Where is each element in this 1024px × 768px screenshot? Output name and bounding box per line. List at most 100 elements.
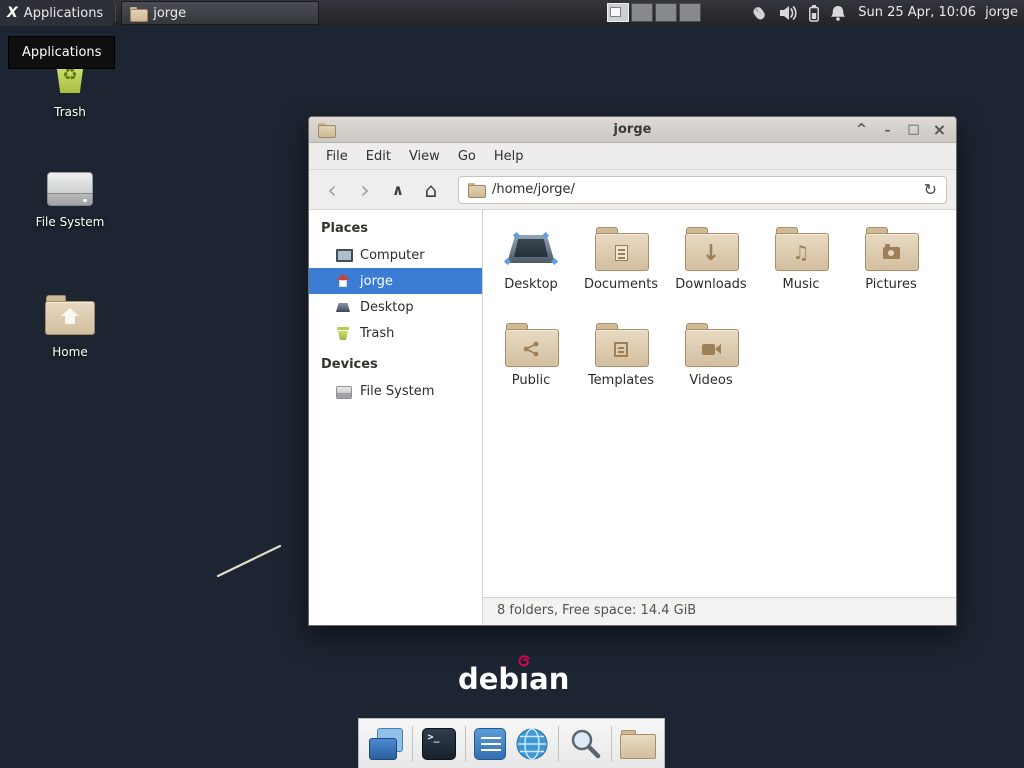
drive-front — [47, 193, 93, 206]
window-controls — [854, 122, 947, 138]
menu-file[interactable]: File — [317, 145, 357, 168]
workspace-2[interactable] — [631, 3, 653, 22]
panel-username: jorge — [985, 0, 1018, 26]
home-folder-icon — [45, 294, 95, 336]
videos-folder-icon — [685, 323, 737, 366]
sidebar-item-jorge[interactable]: jorge — [309, 268, 482, 294]
file-templates[interactable]: Templates — [576, 323, 666, 419]
applications-tooltip: Applications — [8, 36, 115, 69]
menu-help[interactable]: Help — [485, 145, 533, 168]
sidebar-item-trash[interactable]: Trash — [309, 320, 482, 346]
music-folder-icon — [775, 227, 827, 270]
music-note-icon — [775, 236, 827, 270]
file-documents[interactable]: Documents — [576, 227, 666, 323]
dock-separator — [412, 726, 413, 762]
sidebar-item-computer[interactable]: Computer — [309, 242, 482, 268]
battery-icon[interactable] — [809, 5, 819, 22]
desktop-icon-label: Trash — [54, 105, 86, 119]
file-manager-icon — [620, 730, 654, 758]
desktop-icon-home[interactable]: Home — [26, 294, 114, 359]
file-manager-window: jorge File Edit View Go Help /home/jorge… — [308, 116, 957, 626]
file-label: Templates — [588, 373, 654, 388]
top-panel: Applications jorge — [0, 0, 1024, 26]
text-editor-launcher[interactable] — [474, 725, 506, 763]
file-view: Desktop Documents Downloads — [483, 210, 956, 625]
app-finder-launcher[interactable] — [568, 725, 602, 763]
maximize-icon[interactable] — [906, 122, 921, 138]
dock-separator — [558, 726, 559, 762]
file-pictures[interactable]: Pictures — [846, 227, 936, 323]
panel-separator — [115, 4, 116, 22]
sidebar-item-label: Computer — [360, 248, 425, 263]
folder-icon — [130, 7, 146, 20]
show-desktop-launcher[interactable] — [369, 725, 403, 763]
desktop-stray-line — [207, 537, 289, 583]
sidebar-item-label: Trash — [360, 326, 394, 341]
sidebar-item-label: File System — [360, 384, 434, 399]
taskbar-item-jorge[interactable]: jorge — [121, 1, 319, 25]
file-public[interactable]: Public — [486, 323, 576, 419]
text-editor-icon — [474, 728, 506, 760]
file-downloads[interactable]: Downloads — [666, 227, 756, 323]
workspace-1[interactable] — [607, 3, 629, 22]
desktop: Applications jorge — [0, 0, 1024, 768]
path-text: /home/jorge/ — [492, 182, 575, 197]
window-titlebar[interactable]: jorge — [309, 117, 956, 143]
sidebar-section-devices: Devices — [309, 352, 482, 378]
file-label: Public — [512, 373, 550, 388]
template-emblem-icon — [595, 332, 647, 366]
file-desktop[interactable]: Desktop — [486, 227, 576, 323]
file-music[interactable]: Music — [756, 227, 846, 323]
home-icon[interactable] — [417, 176, 445, 204]
video-camera-emblem-icon — [685, 332, 737, 366]
web-browser-launcher[interactable] — [515, 725, 549, 763]
menu-go[interactable]: Go — [449, 145, 485, 168]
download-arrow-icon — [685, 236, 737, 270]
desk-corner — [551, 258, 558, 265]
workspace-4[interactable] — [679, 3, 701, 22]
system-tray — [751, 0, 846, 26]
applications-menu-button[interactable]: Applications — [0, 0, 113, 26]
mouse-icon[interactable] — [751, 6, 768, 21]
debian-swirl-icon — [516, 654, 532, 670]
dock-separator — [465, 726, 466, 762]
drive-top — [47, 172, 93, 193]
computer-icon — [335, 247, 351, 263]
drive-icon — [47, 170, 93, 206]
volume-icon[interactable] — [779, 5, 798, 21]
shade-icon[interactable] — [854, 122, 869, 138]
desktop-icon-file-system[interactable]: File System — [26, 170, 114, 229]
workspace-switcher — [607, 3, 701, 22]
trash-icon — [335, 325, 351, 341]
file-label: Videos — [689, 373, 732, 388]
notifications-bell-icon[interactable] — [830, 5, 846, 22]
folder-icon — [468, 183, 484, 196]
close-icon[interactable] — [932, 122, 947, 138]
sidebar-item-label: jorge — [360, 274, 393, 289]
desk-inner — [514, 239, 548, 257]
forward-icon[interactable] — [351, 176, 379, 204]
file-label: Desktop — [504, 277, 558, 292]
reload-icon[interactable] — [924, 180, 937, 199]
terminal-icon — [422, 728, 456, 760]
debian-logo: debian — [458, 662, 569, 697]
user-home-icon — [335, 273, 351, 289]
sidebar-item-desktop[interactable]: Desktop — [309, 294, 482, 320]
menu-view[interactable]: View — [400, 145, 449, 168]
workspace-3[interactable] — [655, 3, 677, 22]
clock[interactable]: Sun 25 Apr, 10:06 — [858, 0, 976, 26]
minimize-icon[interactable] — [880, 122, 895, 138]
path-bar[interactable]: /home/jorge/ — [458, 176, 947, 204]
show-desktop-icon — [369, 728, 403, 760]
file-manager-launcher[interactable] — [620, 725, 654, 763]
downloads-folder-icon — [685, 227, 737, 270]
up-icon[interactable] — [384, 176, 412, 204]
menu-edit[interactable]: Edit — [357, 145, 400, 168]
back-icon[interactable] — [318, 176, 346, 204]
terminal-launcher[interactable] — [422, 725, 456, 763]
sidebar-item-file-system[interactable]: File System — [309, 378, 482, 404]
desktop-icon-label: Home — [52, 345, 87, 359]
documents-folder-icon — [595, 227, 647, 270]
applications-menu-icon — [7, 5, 18, 21]
file-videos[interactable]: Videos — [666, 323, 756, 419]
